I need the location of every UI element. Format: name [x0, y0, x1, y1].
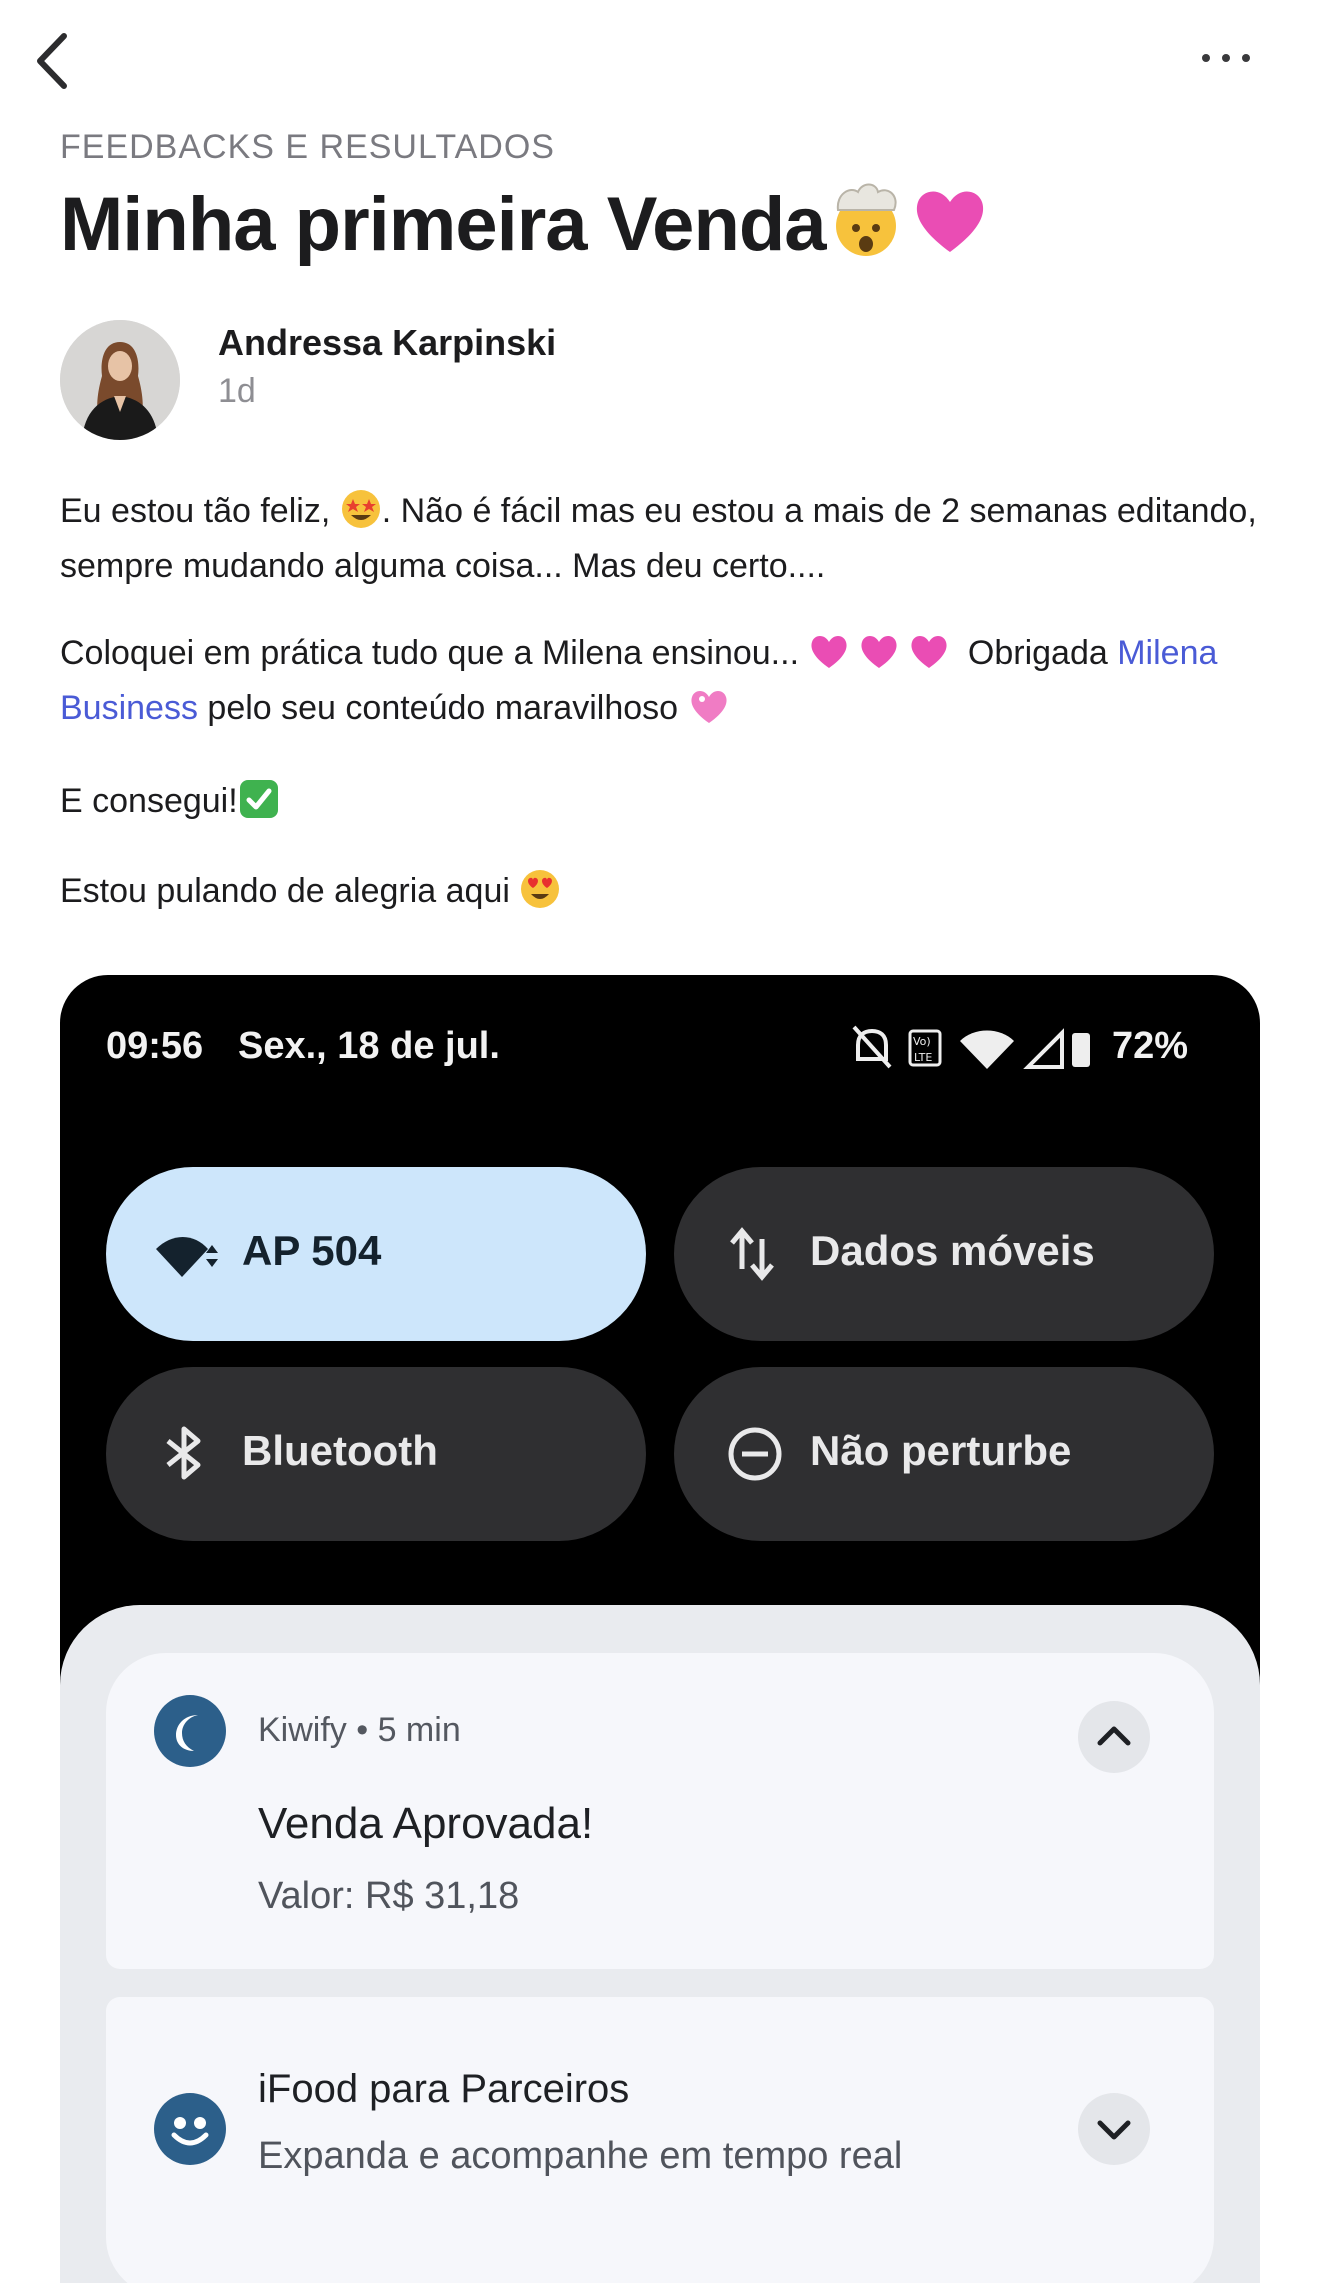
author-name[interactable]: Andressa Karpinski [218, 322, 556, 364]
mobile-data-icon [730, 1227, 774, 1281]
battery-percent: 72% [1112, 1025, 1189, 1067]
svg-text:Vo): Vo) [913, 1035, 931, 1048]
post-paragraph-3: E consegui! [60, 774, 1270, 829]
status-time: 09:56 [106, 1025, 204, 1067]
tile-mobile-data[interactable]: Dados móveis [674, 1167, 1214, 1341]
notification-title: Venda Aprovada! [258, 1799, 594, 1848]
tile-label: Não perturbe [810, 1427, 1072, 1474]
wifi-icon [960, 1030, 1014, 1069]
collapse-button[interactable] [1078, 1701, 1150, 1773]
more-options-button[interactable] [1196, 44, 1256, 74]
do-not-disturb-icon [728, 1427, 782, 1481]
notification-kiwify[interactable]: Kiwify • 5 min Venda Aprovada! Valor: R$… [106, 1653, 1214, 1969]
post-title: Minha primeira Venda [60, 180, 990, 268]
sparkling-heart-emoji [690, 690, 727, 723]
tile-do-not-disturb[interactable]: Não perturbe [674, 1367, 1214, 1541]
battery-icon [1072, 1033, 1090, 1067]
post-category[interactable]: FEEDBACKS E RESULTADOS [60, 128, 555, 167]
wifi-icon [156, 1237, 218, 1277]
svg-text:LTE: LTE [914, 1051, 932, 1064]
notification-body: Expanda e acompanhe em tempo real [258, 2135, 903, 2177]
volte-icon: Vo) LTE [908, 1029, 942, 1067]
exploding-head-emoji [835, 183, 897, 256]
chevron-left-icon [37, 33, 67, 89]
expand-button[interactable] [1078, 2093, 1150, 2165]
tile-label: Dados móveis [810, 1227, 1095, 1274]
tile-bluetooth[interactable]: Bluetooth [106, 1367, 646, 1541]
pink-heart-emoji [861, 635, 898, 668]
pink-heart-emoji [911, 635, 948, 668]
post-paragraph-2: Coloquei em prática tudo que a Milena en… [60, 626, 1270, 736]
bluetooth-icon [166, 1426, 201, 1480]
more-horizontal-icon [1202, 54, 1210, 62]
bell-off-icon [852, 1025, 892, 1069]
check-mark-button-emoji [239, 780, 278, 818]
author-avatar[interactable] [60, 320, 180, 440]
back-button[interactable] [30, 30, 82, 92]
attached-screenshot[interactable]: 09:56 Sex., 18 de jul. Vo) LTE 72% AP 504… [60, 975, 1260, 2283]
tile-wifi[interactable]: AP 504 [106, 1167, 646, 1341]
tile-label: Bluetooth [242, 1427, 438, 1474]
post-timestamp: 1d [218, 372, 256, 410]
pink-heart-emoji [811, 635, 848, 668]
chevron-up-icon [1097, 1726, 1131, 1746]
notification-app-name: Kiwify • 5 min [258, 1711, 461, 1749]
heart-eyes-emoji [521, 870, 560, 908]
notification-ifood[interactable]: iFood para Parceiros Expanda e acompanhe… [106, 1997, 1214, 2283]
notification-title: iFood para Parceiros [258, 2067, 630, 2111]
tile-label: AP 504 [242, 1227, 382, 1274]
status-date: Sex., 18 de jul. [238, 1025, 500, 1067]
ifood-app-icon [154, 2093, 226, 2165]
top-bar [0, 0, 1320, 120]
post-paragraph-1: Eu estou tão feliz, . Não é fácil mas eu… [60, 484, 1270, 594]
signal-icon [1023, 1028, 1064, 1069]
star-struck-emoji [341, 490, 380, 528]
kiwify-app-icon [154, 1695, 226, 1767]
notification-body: Valor: R$ 31,18 [258, 1875, 520, 1917]
post-paragraph-4: Estou pulando de alegria aqui [60, 864, 1270, 919]
pink-heart-emoji [916, 191, 983, 252]
chevron-down-icon [1097, 2120, 1131, 2140]
